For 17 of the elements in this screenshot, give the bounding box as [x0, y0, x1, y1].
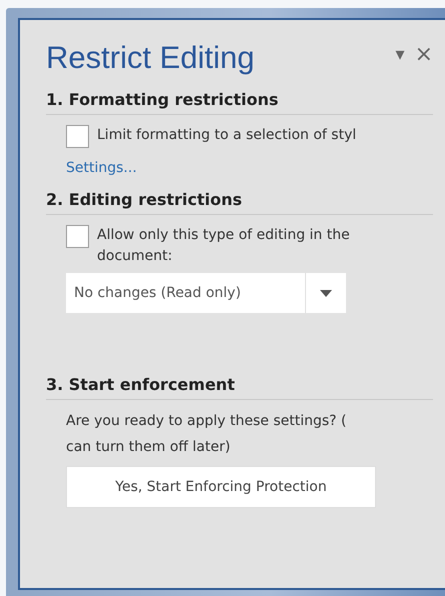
- pane-title: Restrict Editing: [46, 40, 256, 76]
- checkbox-label: document:: [97, 247, 174, 266]
- dropdown-arrow-icon: [320, 290, 332, 296]
- editing-type-dropdown[interactable]: No changes (Read only): [66, 273, 346, 313]
- description-text: can turn them off later): [66, 438, 232, 457]
- section-heading: 3. Start enforcement: [46, 375, 433, 400]
- section-heading: 1. Formatting restrictions: [46, 90, 433, 115]
- settings-link[interactable]: Settings...: [66, 160, 137, 176]
- section-heading: 2. Editing restrictions: [46, 190, 433, 215]
- checkbox[interactable]: [66, 225, 89, 248]
- pane-menu-button[interactable]: ▾: [396, 46, 405, 64]
- checkbox[interactable]: [66, 125, 89, 148]
- description-text: Are you ready to apply these settings? (: [66, 412, 348, 431]
- checkbox-label: Limit formatting to a selection of styl: [97, 126, 356, 145]
- checkbox-label: Allow only this type of editing in the: [97, 226, 350, 245]
- start-enforcing-button[interactable]: Yes, Start Enforcing Protection: [66, 466, 376, 508]
- close-button[interactable]: ×: [414, 44, 433, 66]
